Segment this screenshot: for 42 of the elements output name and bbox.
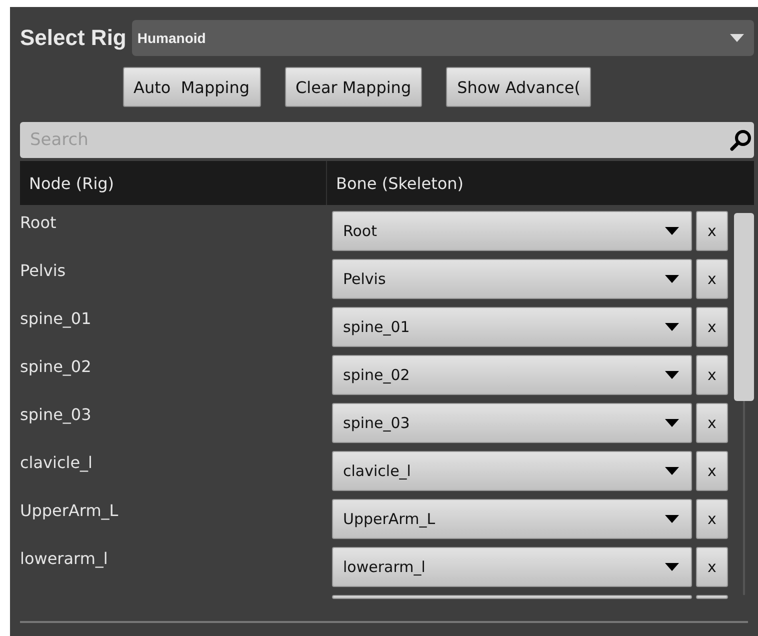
caret-icon bbox=[665, 227, 679, 235]
clear-button[interactable]: x bbox=[696, 259, 728, 299]
select-rig-label: Select Rig bbox=[20, 25, 126, 51]
caret-icon bbox=[665, 563, 679, 571]
node-name: UpperArm_L bbox=[20, 501, 118, 520]
bone-dropdown[interactable]: Root bbox=[332, 211, 692, 251]
clear-button[interactable]: x bbox=[696, 403, 728, 443]
clear-button[interactable]: x bbox=[696, 451, 728, 491]
clear-button[interactable]: x bbox=[696, 355, 728, 395]
caret-icon bbox=[665, 515, 679, 523]
caret-icon bbox=[665, 419, 679, 427]
node-name: Root bbox=[20, 213, 56, 232]
clear-button[interactable]: x bbox=[696, 499, 728, 539]
caret-icon bbox=[665, 275, 679, 283]
node-name: clavicle_l bbox=[20, 453, 92, 472]
clear-button[interactable]: x bbox=[696, 547, 728, 587]
scrollbar-thumb[interactable] bbox=[734, 213, 754, 401]
bone-dropdown[interactable]: spine_03 bbox=[332, 403, 692, 443]
node-name: spine_03 bbox=[20, 405, 92, 424]
bone-dropdown[interactable]: spine_02 bbox=[332, 355, 692, 395]
toolbar-button[interactable]: Clear Mapping bbox=[284, 67, 422, 107]
node-name: Pelvis bbox=[20, 261, 66, 280]
caret-icon bbox=[730, 34, 744, 42]
bone-dropdown[interactable]: spine_01 bbox=[332, 307, 692, 347]
node-name: lowerarm_l bbox=[20, 549, 108, 568]
caret-icon bbox=[665, 467, 679, 475]
bone-dropdown[interactable]: clavicle_l bbox=[332, 451, 692, 491]
rig-dropdown[interactable]: Humanoid bbox=[132, 20, 754, 56]
toolbar-button[interactable]: Auto Mapping bbox=[122, 67, 260, 107]
column-header: Bone (Skeleton) bbox=[335, 172, 464, 194]
node-name: spine_02 bbox=[20, 357, 92, 376]
node-name: spine_01 bbox=[20, 309, 92, 328]
clear-button[interactable]: x bbox=[696, 211, 728, 251]
bone-dropdown[interactable]: Pelvis bbox=[332, 259, 692, 299]
bone-dropdown[interactable]: lowerarm_l bbox=[332, 547, 692, 587]
caret-icon bbox=[665, 323, 679, 331]
caret-icon bbox=[665, 371, 679, 379]
toolbar-button[interactable]: Show Advance( bbox=[446, 67, 592, 107]
search-icon bbox=[730, 129, 752, 151]
clear-button[interactable]: x bbox=[696, 307, 728, 347]
column-header: Node (Rig) bbox=[20, 161, 327, 205]
bone-dropdown[interactable]: UpperArm_L bbox=[332, 499, 692, 539]
